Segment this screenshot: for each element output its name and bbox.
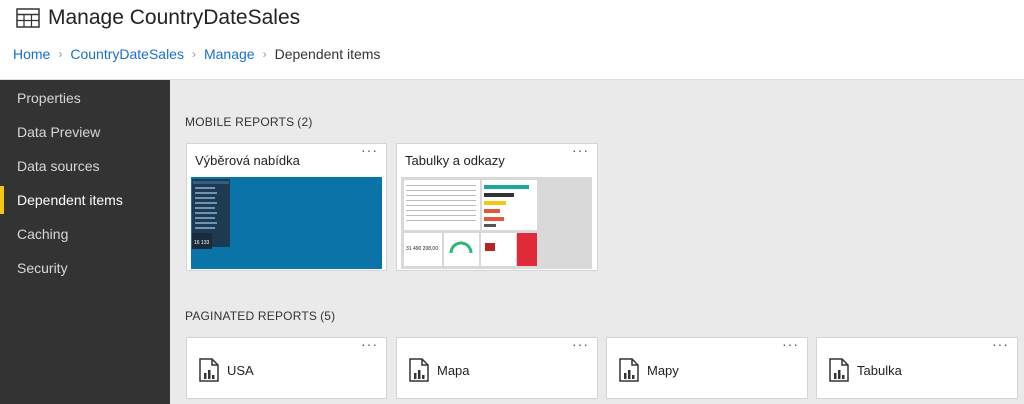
sidebar-item-label: Caching <box>17 226 69 242</box>
section-label: PAGINATED REPORTS <box>185 309 318 323</box>
paginated-report-card[interactable]: ··· Tabulka <box>816 337 1018 399</box>
section-title-paginated-reports: PAGINATED REPORTS (5) <box>185 309 335 323</box>
thumb-value: 31 490 208,00 <box>406 246 438 252</box>
sidebar-item-caching[interactable]: Caching <box>0 217 170 251</box>
mobile-report-card[interactable]: Tabulky a odkazy ··· 31 490 208,00 <box>396 143 598 271</box>
section-label: MOBILE REPORTS <box>185 115 295 129</box>
sidebar-item-label: Properties <box>17 90 81 106</box>
report-title: Výběrová nabídka <box>195 153 300 168</box>
mobile-report-card[interactable]: Výběrová nabídka ··· 16 133 <box>186 143 387 271</box>
more-options-icon[interactable]: ··· <box>361 337 378 351</box>
sidebar-item-label: Security <box>17 260 68 276</box>
paginated-report-card[interactable]: ··· Mapy <box>606 337 808 399</box>
paginated-report-card[interactable]: ··· USA <box>186 337 387 399</box>
table-icon <box>16 8 40 28</box>
more-options-icon[interactable]: ··· <box>782 337 799 351</box>
chevron-right-icon: › <box>191 47 196 61</box>
page-title: Manage CountryDateSales <box>48 6 301 29</box>
paginated-report-icon <box>409 358 429 382</box>
report-thumbnail: 31 490 208,00 <box>401 177 592 269</box>
chevron-right-icon: › <box>58 47 63 61</box>
paginated-report-card[interactable]: ··· Mapa <box>396 337 598 399</box>
breadcrumb-manage[interactable]: Manage <box>204 46 255 62</box>
section-count: (2) <box>297 115 313 129</box>
section-count: (5) <box>320 309 336 323</box>
sidebar-item-label: Data sources <box>17 158 100 174</box>
sidebar-item-data-sources[interactable]: Data sources <box>0 149 170 183</box>
sidebar-item-properties[interactable]: Properties <box>0 81 170 115</box>
breadcrumb-dataset[interactable]: CountryDateSales <box>70 46 184 62</box>
sidebar: Properties Data Preview Data sources Dep… <box>0 80 170 404</box>
page-header: Manage CountryDateSales Home › CountryDa… <box>0 0 1024 80</box>
sidebar-item-dependent-items[interactable]: Dependent items <box>0 183 170 217</box>
chevron-right-icon: › <box>262 47 267 61</box>
report-title: Mapy <box>647 363 679 378</box>
report-title: Tabulky a odkazy <box>405 153 505 168</box>
report-title: Tabulka <box>857 363 902 378</box>
more-options-icon[interactable]: ··· <box>572 143 589 157</box>
paginated-report-icon <box>829 358 849 382</box>
more-options-icon[interactable]: ··· <box>992 337 1009 351</box>
more-options-icon[interactable]: ··· <box>572 337 589 351</box>
section-title-mobile-reports: MOBILE REPORTS (2) <box>185 115 313 129</box>
sidebar-item-label: Dependent items <box>17 192 123 208</box>
paginated-report-icon <box>619 358 639 382</box>
sidebar-item-security[interactable]: Security <box>0 251 170 285</box>
report-title: USA <box>227 363 254 378</box>
sidebar-item-label: Data Preview <box>17 124 101 140</box>
more-options-icon[interactable]: ··· <box>361 143 378 157</box>
breadcrumb: Home › CountryDateSales › Manage › Depen… <box>13 46 380 62</box>
report-thumbnail: 16 133 <box>191 177 382 269</box>
title-row: Manage CountryDateSales <box>16 6 300 30</box>
report-title: Mapa <box>437 363 470 378</box>
sidebar-item-data-preview[interactable]: Data Preview <box>0 115 170 149</box>
breadcrumb-home[interactable]: Home <box>13 46 50 62</box>
paginated-report-icon <box>199 358 219 382</box>
main-content: MOBILE REPORTS (2) Výběrová nabídka ··· 1… <box>170 80 1024 404</box>
thumb-value: 16 133 <box>194 240 210 246</box>
breadcrumb-current: Dependent items <box>274 46 381 62</box>
